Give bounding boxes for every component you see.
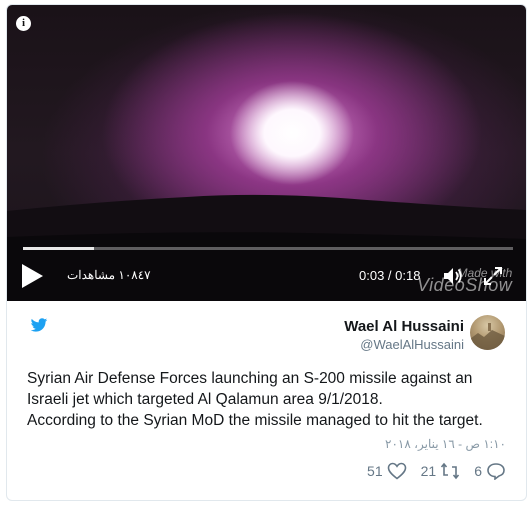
avatar[interactable]	[470, 315, 505, 350]
author-handle[interactable]: @WaelAlHussaini	[360, 337, 464, 352]
fullscreen-icon[interactable]	[483, 266, 503, 286]
reply-count: 6	[474, 463, 482, 479]
view-count: ١٠٨٤٧ مشاهدات	[67, 268, 151, 282]
video-player[interactable]: i ١٠٨٤٧ مشاهدات 0:03 / 0:18 Made with Vi…	[7, 5, 526, 301]
reply-action[interactable]: 6	[474, 462, 506, 480]
twitter-bird-icon[interactable]	[30, 318, 48, 333]
tweet-actions: 51 21 6	[367, 461, 506, 481]
play-icon[interactable]	[20, 263, 44, 289]
tweet-text-line2: Israeli jet which targeted Al Qalamun ar…	[27, 391, 383, 408]
tweet-timestamp[interactable]: ١:١٠ ص - ١٦ يناير، ٢٠١٨	[385, 437, 506, 451]
tweet-text: Syrian Air Defense Forces launching an S…	[27, 368, 517, 431]
tweet-embed-card: i ١٠٨٤٧ مشاهدات 0:03 / 0:18 Made with Vi…	[6, 4, 527, 501]
video-progress-fill	[23, 247, 95, 250]
retweet-count: 21	[420, 463, 437, 479]
author-name[interactable]: Wael Al Hussaini	[344, 318, 464, 335]
reply-icon	[487, 463, 505, 480]
tweet-text-line3: According to the Syrian MoD the missile …	[27, 412, 483, 429]
tweet-text-line1: Syrian Air Defense Forces launching an S…	[27, 370, 473, 387]
like-action[interactable]: 51	[367, 462, 407, 480]
video-progress-bar[interactable]	[23, 247, 513, 250]
info-icon[interactable]: i	[16, 16, 31, 31]
retweet-action[interactable]: 21	[421, 462, 461, 480]
like-count: 51	[367, 463, 383, 479]
video-time: 0:03 / 0:18	[359, 268, 421, 283]
retweet-icon	[441, 462, 460, 480]
tweet-body: Wael Al Hussaini @WaelAlHussaini Syrian …	[7, 301, 526, 500]
video-frame-landscape	[7, 194, 526, 301]
heart-icon	[387, 462, 406, 480]
